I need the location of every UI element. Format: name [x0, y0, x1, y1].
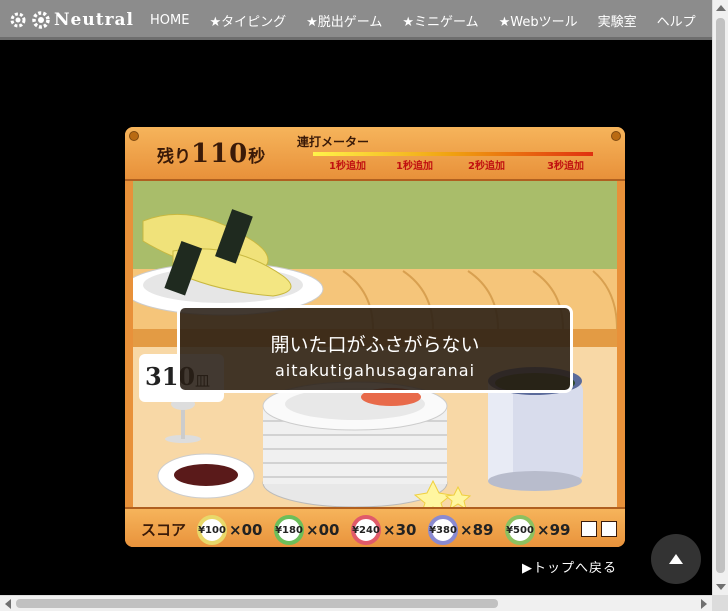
bonus-label: 1秒追加: [329, 161, 366, 172]
bolt-icon: [129, 131, 139, 141]
gear-icon: [32, 11, 50, 29]
bonus-label: 3秒追加: [547, 161, 584, 172]
price-stand-icon: [165, 398, 201, 443]
plate-count-380: ¥380 ×89: [428, 515, 493, 545]
timer-board: 残り110秒 連打メーター 1秒追加 1秒追加 2秒追加 3秒追加: [125, 127, 625, 181]
scroll-up-icon[interactable]: [716, 5, 726, 11]
gear-icon: [10, 12, 26, 28]
back-to-top-link[interactable]: ▶トップへ戻る: [522, 557, 617, 576]
sushi-plate-icon: [133, 209, 324, 316]
main-nav: HOME ★タイピング ★脱出ゲーム ★ミニゲーム ★Webツール 実験室 ヘル…: [150, 0, 716, 40]
vertical-scrollbar[interactable]: [712, 0, 728, 595]
sound-icon[interactable]: [581, 521, 597, 537]
plate-price: ¥380: [428, 515, 458, 545]
nav-home[interactable]: HOME: [150, 13, 189, 28]
plate-count-180: ¥180 ×00: [274, 515, 339, 545]
soy-sauce-dish-icon: [157, 453, 255, 499]
plate-count: ×00: [229, 521, 263, 539]
combo-meter-bar: [313, 152, 593, 156]
nav-typing[interactable]: ★タイピング: [209, 11, 286, 30]
plate-count-500: ¥500 ×99: [505, 515, 570, 545]
nav-lab[interactable]: 実験室: [598, 11, 637, 30]
plate-count: ×99: [537, 521, 571, 539]
prompt-romaji: aitakutigahusagaranai: [274, 361, 476, 380]
arrow-up-icon: [669, 554, 683, 564]
bonus-label: 2秒追加: [468, 161, 505, 172]
site-logo[interactable]: Neutral: [8, 9, 134, 31]
scroll-thumb[interactable]: [716, 18, 725, 573]
plate-price: ¥180: [274, 515, 304, 545]
bolt-icon: [611, 131, 621, 141]
plate-count-240: ¥240 ×30: [351, 515, 416, 545]
nav-mini-game[interactable]: ★ミニゲーム: [402, 11, 478, 30]
plate-stack-icon: [262, 381, 448, 507]
plate-count: ×89: [460, 521, 494, 539]
remaining-time: 残り110秒: [157, 139, 266, 169]
nav-escape-game[interactable]: ★脱出ゲーム: [306, 11, 382, 30]
page-top-button[interactable]: [651, 534, 701, 584]
score-bar: スコア ¥100 ×00 ¥180 ×00 ¥240 ×30 ¥380 ×89 …: [125, 507, 625, 547]
top-nav-bar: Neutral HOME ★タイピング ★脱出ゲーム ★ミニゲーム ★Webツー…: [0, 0, 712, 40]
typing-prompt: 開いた口がふさがらない aitakutigahusagaranai: [177, 305, 573, 393]
plate-price: ¥500: [505, 515, 535, 545]
exit-icon[interactable]: [601, 521, 617, 537]
scroll-down-icon[interactable]: [716, 584, 726, 590]
prompt-japanese: 開いた口がふさがらない: [270, 334, 480, 356]
scroll-thumb[interactable]: [16, 599, 498, 608]
plate-price: ¥100: [197, 515, 227, 545]
plate-count: ×00: [306, 521, 340, 539]
horizontal-scrollbar[interactable]: [0, 595, 728, 611]
plate-price: ¥240: [351, 515, 381, 545]
combo-meter-title: 連打メーター: [297, 135, 370, 149]
nav-help[interactable]: ヘルプ: [657, 11, 696, 30]
scroll-right-icon[interactable]: [701, 599, 707, 609]
scrollbar-corner: [712, 595, 728, 611]
scroll-left-icon[interactable]: [5, 599, 11, 609]
score-label: スコア: [141, 521, 187, 539]
nav-web-tools[interactable]: ★Webツール: [499, 11, 578, 30]
bonus-label: 1秒追加: [396, 161, 433, 172]
plate-count-100: ¥100 ×00: [197, 515, 262, 545]
site-title: Neutral: [54, 10, 134, 30]
plate-count: ×30: [383, 521, 417, 539]
